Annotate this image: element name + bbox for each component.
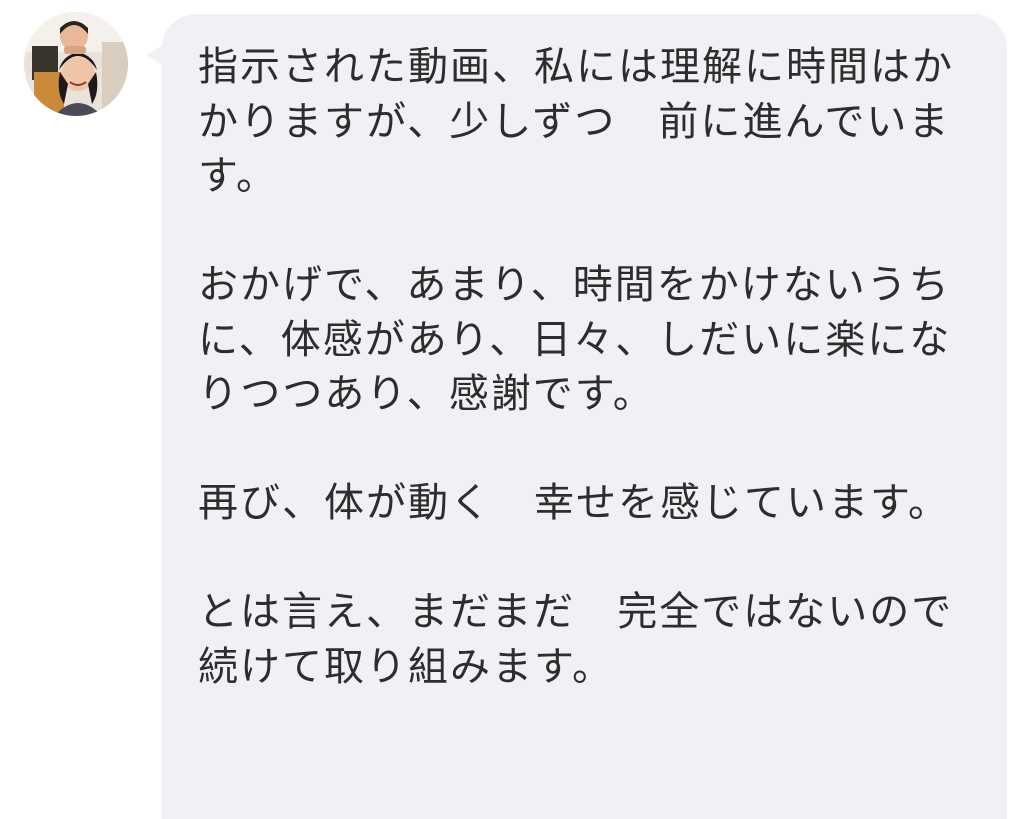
message-paragraph: 再び、体が動く 幸せを感じています。 <box>198 480 950 526</box>
message-paragraph: とは言え、まだまだ 完全ではないので続けて取り組みます。 <box>198 589 954 690</box>
chat-thread: 指示された動画、私には理解に時間はかかりますが、少しずつ 前に進んでいます。 お… <box>0 0 1024 819</box>
avatar-photo-icon <box>24 12 128 116</box>
message-text: 指示された動画、私には理解に時間はかかりますが、少しずつ 前に進んでいます。 お… <box>198 40 958 694</box>
sender-avatar[interactable] <box>24 12 128 116</box>
message-paragraph: おかげで、あまり、時間をかけないうちに、体感があり、日々、しだいに楽になりつつあ… <box>198 262 952 417</box>
message-paragraph: 指示された動画、私には理解に時間はかかりますが、少しずつ 前に進んでいます。 <box>198 44 954 199</box>
